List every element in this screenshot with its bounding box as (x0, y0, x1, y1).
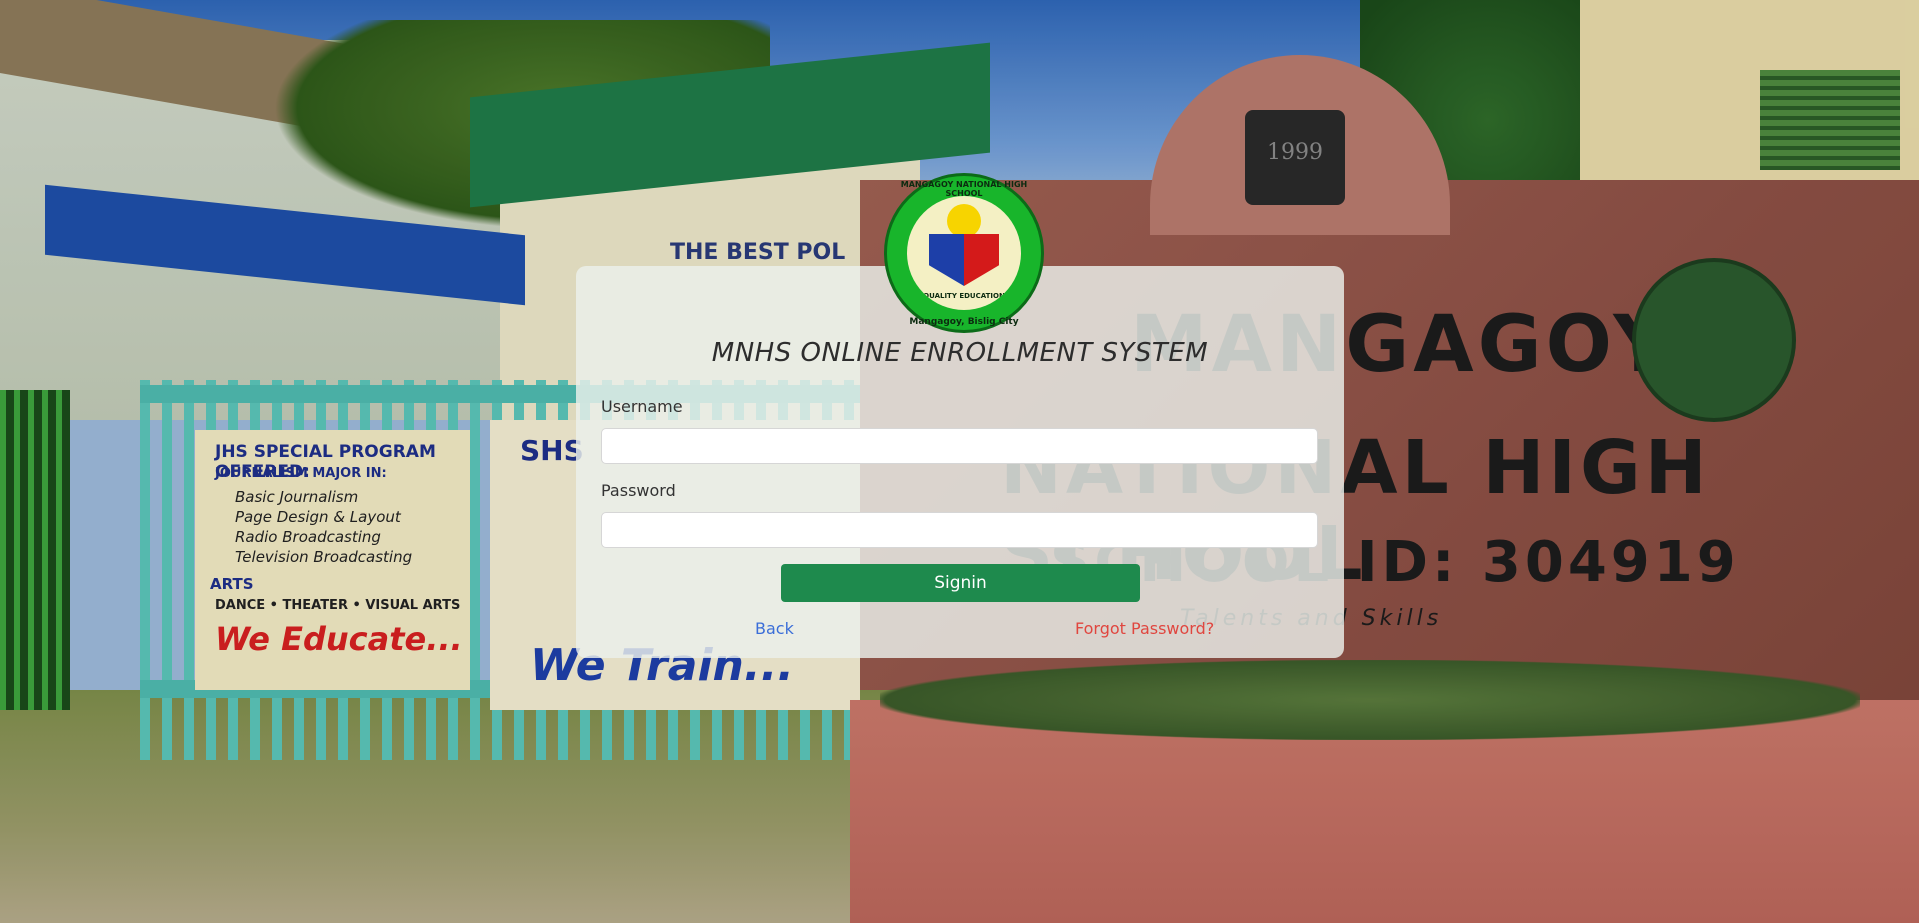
logo-text-bottom: Mangagoy, Bislig City (909, 317, 1019, 327)
back-link[interactable]: Back (755, 619, 794, 638)
username-label: Username (601, 397, 683, 416)
username-input[interactable] (601, 428, 1318, 464)
forgot-password-link[interactable]: Forgot Password? (1075, 619, 1214, 638)
logo-band-text: QUALITY EDUCATION (923, 292, 1005, 300)
shield-red (964, 234, 999, 286)
logo-emblem: QUALITY EDUCATION (907, 196, 1021, 310)
signin-button[interactable]: Signin (781, 564, 1140, 602)
password-input[interactable] (601, 512, 1318, 548)
page-title: MNHS ONLINE ENROLLMENT SYSTEM (711, 338, 1209, 368)
sun-icon (947, 204, 981, 238)
school-logo: MANGAGOY NATIONAL HIGH SCHOOL QUALITY ED… (884, 173, 1044, 333)
shield-blue (929, 234, 964, 286)
password-label: Password (601, 481, 676, 500)
